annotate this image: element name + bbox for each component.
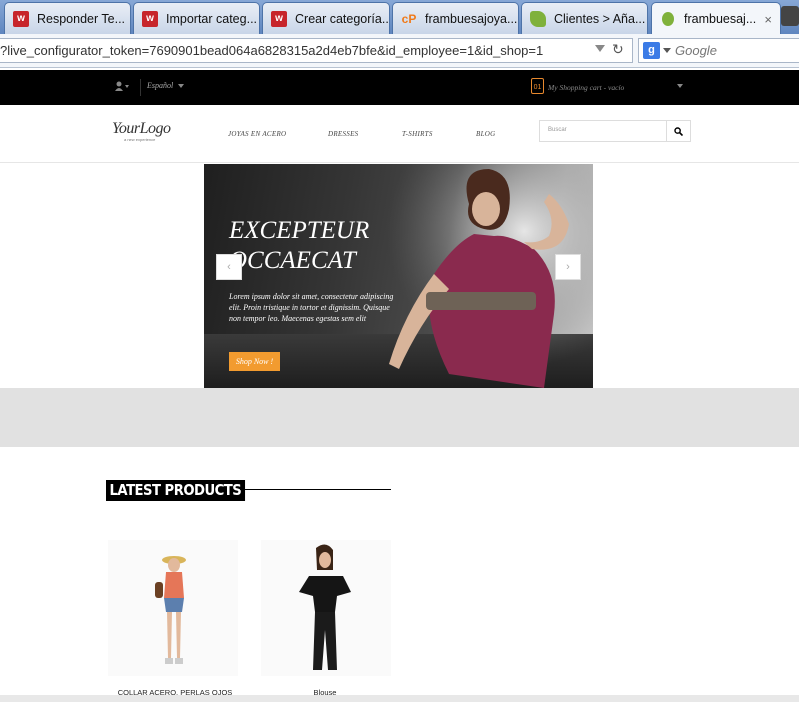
reload-icon[interactable]: ↻: [612, 41, 624, 58]
menu-item-joyas[interactable]: JOYAS EN ACERO: [228, 130, 286, 138]
language-dropdown-icon[interactable]: [178, 84, 184, 88]
product-image-2[interactable]: [261, 540, 391, 676]
url-text: ?live_configurator_token=7690901bead064a…: [0, 43, 544, 58]
url-input[interactable]: ?live_configurator_token=7690901bead064a…: [0, 38, 633, 63]
latest-products-title: LATEST PRODUCTS: [106, 480, 245, 501]
cpanel-favicon-icon: cP: [401, 11, 417, 26]
close-tab-icon[interactable]: ×: [756, 12, 772, 27]
topbar-separator: [140, 79, 141, 96]
menu-item-tshirts[interactable]: T-SHIRTS: [402, 130, 433, 138]
browser-nav-bar: ?live_configurator_token=7690901bead064a…: [0, 34, 799, 68]
shop-now-button[interactable]: Shop Now !: [229, 352, 280, 371]
tab-title: Responder Te...: [37, 11, 126, 26]
google-icon[interactable]: g: [643, 42, 660, 59]
w-favicon-icon: w: [13, 10, 29, 27]
tab-title: Importar categ...: [166, 11, 258, 26]
w-favicon-icon: w: [142, 10, 158, 27]
shop-logo[interactable]: YourLogo: [112, 120, 171, 138]
logo-tagline: a new experience: [124, 137, 156, 142]
language-selector[interactable]: Español: [147, 81, 173, 90]
browser-tab-6-active[interactable]: frambuesaj... ×: [651, 2, 781, 35]
shop-header: YourLogo a new experience JOYAS EN ACERO…: [0, 105, 799, 163]
browser-tab-4[interactable]: cP frambuesajoya...: [392, 2, 519, 34]
menu-item-dresses[interactable]: DRESSES: [328, 130, 358, 138]
slide-heading: EXCEPTEUR OCCAECAT: [229, 216, 369, 276]
product-image-1[interactable]: [108, 540, 238, 676]
shop-top-bar: Español 01 My Shopping cart - vacío: [0, 70, 799, 105]
shop-search-placeholder: Buscar: [548, 127, 567, 133]
browser-tab-1[interactable]: w Responder Te...: [4, 2, 131, 34]
user-icon[interactable]: [115, 81, 129, 94]
banner-area: [0, 388, 799, 447]
tab-title: frambuesajoya...: [425, 11, 518, 26]
slider-next-icon[interactable]: ›: [555, 254, 581, 280]
url-dropdown-icon[interactable]: [595, 45, 605, 52]
browser-tab-3[interactable]: w Crear categoría...: [262, 2, 390, 34]
page-bottom-strip: [0, 695, 799, 702]
search-placeholder: Google: [675, 43, 717, 58]
cart-icon[interactable]: 01: [531, 78, 544, 94]
browser-search-input[interactable]: g Google: [638, 38, 799, 63]
slide-heading-line1: EXCEPTEUR: [229, 217, 370, 244]
menu-item-blog[interactable]: BLOG: [476, 130, 495, 138]
homepage-slider: EXCEPTEUR OCCAECAT Lorem ipsum dolor sit…: [204, 164, 593, 388]
leaf-favicon-icon: [530, 10, 546, 27]
tab-title: Crear categoría...: [295, 11, 390, 26]
slider-prev-icon[interactable]: ‹: [216, 254, 242, 280]
search-engine-dropdown-icon[interactable]: [663, 48, 671, 53]
slide-heading-line2: OCCAECAT: [229, 247, 356, 274]
shop-search-input[interactable]: Buscar: [539, 120, 691, 142]
prestashop-favicon-icon: [660, 11, 676, 27]
browser-tab-bar: w Responder Te... w Importar categ... w …: [0, 0, 799, 35]
browser-tab-5[interactable]: Clientes > Aña...: [521, 2, 648, 34]
search-icon[interactable]: [666, 121, 690, 141]
slide-text: Lorem ipsum dolor sit amet, consectetur …: [229, 292, 394, 323]
w-favicon-icon: w: [271, 10, 287, 27]
tab-title: frambuesaj...: [684, 12, 757, 26]
title-underline: [240, 489, 391, 490]
browser-tab-2[interactable]: w Importar categ...: [133, 2, 260, 34]
shopping-cart-link[interactable]: My Shopping cart - vacío: [548, 83, 624, 92]
tab-list-icon[interactable]: [781, 6, 799, 26]
tab-title: Clientes > Aña...: [554, 11, 646, 26]
cart-dropdown-icon[interactable]: [677, 84, 683, 88]
